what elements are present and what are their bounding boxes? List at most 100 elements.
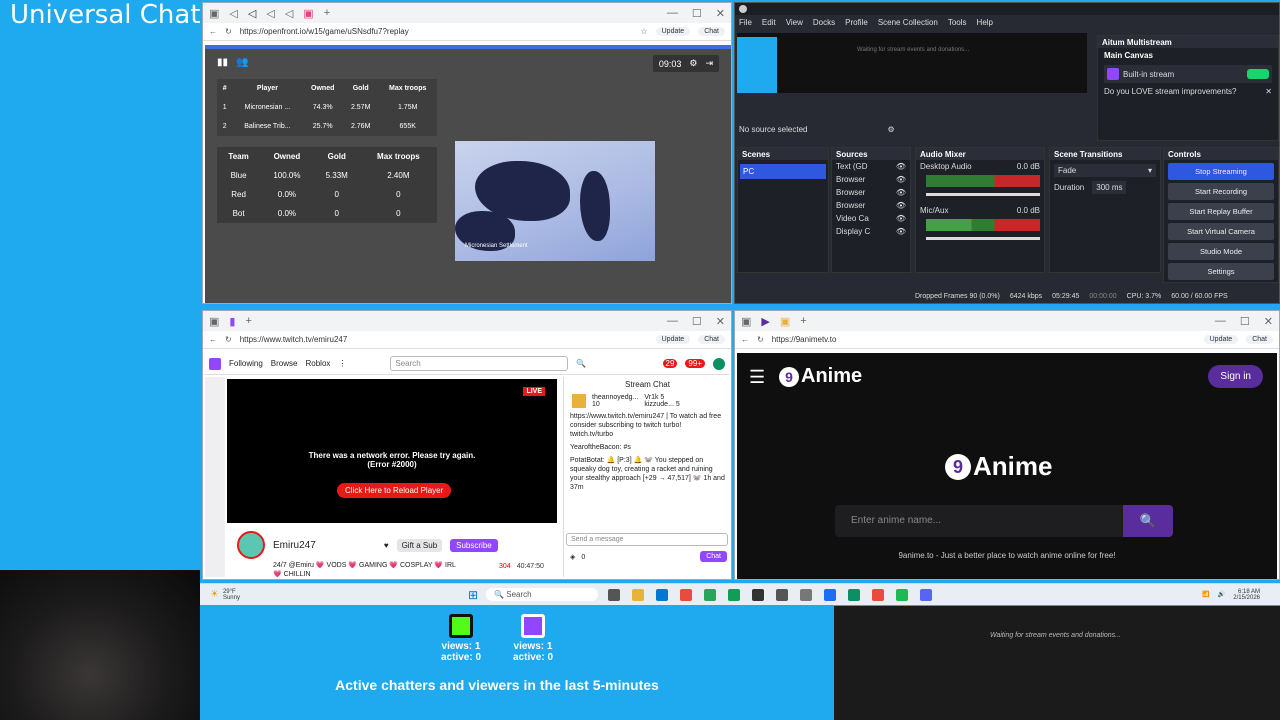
taskbar-app-icon[interactable] [704,588,717,601]
visibility-icon[interactable]: 👁 [896,162,906,171]
play-tab-icon[interactable]: ▶ [761,315,769,328]
tab-icon[interactable]: ◁ [229,7,237,20]
url-field[interactable]: https://www.twitch.tv/emiru247 [240,335,648,344]
bar-chart-icon[interactable]: ▮▮ [217,57,228,68]
taskbar-app-icon[interactable] [872,588,885,601]
game-map[interactable]: Micronesian Settlement [455,141,655,261]
close-icon[interactable]: ✕ [1265,87,1272,96]
twitch-tab-icon[interactable]: ▮ [229,315,235,328]
chat-send-button[interactable]: Chat [700,551,727,562]
mic-audio-slider[interactable] [926,237,1040,240]
visibility-icon[interactable]: 👁 [896,214,906,223]
duration-input[interactable]: 300 ms [1092,181,1127,194]
exit-icon[interactable]: ⇥ [705,58,713,69]
channel-points[interactable]: ◈ 0 [570,553,585,562]
tab-icon[interactable]: ◁ [266,7,274,20]
taskbar-app-icon[interactable] [848,588,861,601]
menu-item[interactable]: File [739,18,752,27]
source-item[interactable]: Display C 👁 [832,225,910,238]
back-icon[interactable]: ← [209,335,217,344]
source-item[interactable]: Text (GD 👁 [832,160,910,173]
sign-in-button[interactable]: Sign in [1208,365,1263,388]
url-field[interactable]: https://openfront.io/w15/game/uSNsdfu7?r… [240,27,633,36]
column-header[interactable]: Player [232,79,302,98]
source-item[interactable]: Browser 👁 [832,173,910,186]
wifi-icon[interactable]: 📶 [1202,591,1209,598]
star-icon[interactable]: ☆ [640,27,647,36]
column-header[interactable]: Owned [302,79,342,98]
maximize-icon[interactable]: ☐ [1240,315,1250,328]
tab-icon[interactable]: ▣ [780,315,790,328]
tab-icon[interactable]: ◁ [248,7,256,20]
control-button[interactable]: Start Virtual Camera [1168,223,1274,240]
reload-player-button[interactable]: Click Here to Reload Player [337,483,452,498]
minimize-icon[interactable]: — [667,315,678,327]
back-icon[interactable]: ← [741,335,749,344]
taskbar-app-icon[interactable] [776,588,789,601]
visibility-icon[interactable]: 👁 [896,175,906,184]
menu-item[interactable]: Scene Collection [878,18,938,27]
taskbar-app-icon[interactable] [608,588,621,601]
control-button[interactable]: Settings [1168,263,1274,280]
search-icon[interactable]: 🔍 [1123,505,1173,537]
control-button[interactable]: Stop Streaming [1168,163,1274,180]
volume-icon[interactable]: 🔊 [1218,591,1225,598]
more-icon[interactable]: ⋮ [338,359,346,368]
tab-icon[interactable]: ▣ [209,315,219,328]
back-icon[interactable]: ← [209,27,217,36]
taskbar-search[interactable]: 🔍 Search [486,588,599,601]
search-icon[interactable]: 🔍 [576,359,586,368]
taskbar-app-icon[interactable] [920,588,933,601]
system-tray[interactable]: 📶 🔊 6:18 AM 2/15/2026 [1202,589,1260,601]
minimize-icon[interactable]: — [1215,315,1226,327]
visibility-icon[interactable]: 👁 [896,188,906,197]
obs-preview[interactable]: Waiting for stream events and donations.… [737,33,1087,93]
taskbar-app-icon[interactable] [800,588,813,601]
control-button[interactable]: Start Recording [1168,183,1274,200]
update-button[interactable]: Update [655,335,691,344]
team-icon[interactable]: 👥 [236,57,248,68]
control-button[interactable]: Studio Mode [1168,243,1274,260]
chat-button[interactable]: Chat [698,27,725,36]
visibility-icon[interactable]: 👁 [896,201,906,210]
settings-icon[interactable]: ⚙ [689,58,697,69]
source-settings-icon[interactable]: ⚙ [887,125,894,134]
taskbar-app-icon[interactable] [824,588,837,601]
scene-item[interactable]: PC [740,164,826,179]
update-button[interactable]: Update [1203,335,1239,344]
twitch-logo-icon[interactable] [209,357,221,370]
nav-roblox[interactable]: Roblox [305,359,330,368]
column-header[interactable]: # [217,79,232,98]
tab-icon[interactable]: ▣ [741,315,751,328]
new-tab-icon[interactable]: + [324,7,330,19]
taskbar-app-icon[interactable] [728,588,741,601]
stream-toggle[interactable] [1247,69,1269,79]
channel-avatar[interactable] [237,531,265,559]
close-icon[interactable]: ✕ [716,315,725,328]
menu-item[interactable]: Help [977,18,993,27]
nav-following[interactable]: Following [229,359,263,368]
avatar[interactable] [713,357,725,370]
taskbar-app-icon[interactable] [680,588,693,601]
menu-item[interactable]: View [786,18,803,27]
new-tab-icon[interactable]: + [800,315,806,327]
maximize-icon[interactable]: ☐ [692,315,702,328]
taskbar-app-icon[interactable] [752,588,765,601]
update-button[interactable]: Update [655,27,691,36]
chat-input[interactable]: Send a message [566,533,728,546]
visibility-icon[interactable]: 👁 [896,227,906,236]
taskbar-app-icon[interactable] [896,588,909,601]
column-header[interactable]: Max troops [378,79,437,98]
column-header[interactable]: Gold [343,79,378,98]
minimize-icon[interactable]: — [667,7,678,19]
new-tab-icon[interactable]: + [245,315,251,327]
menu-item[interactable]: Tools [948,18,967,27]
menu-item[interactable]: Edit [762,18,776,27]
control-button[interactable]: Start Replay Buffer [1168,203,1274,220]
chat-button[interactable]: Chat [698,335,725,344]
taskbar-app-icon[interactable] [632,588,645,601]
taskbar-app-icon[interactable] [656,588,669,601]
tab-icon[interactable]: ▣ [303,7,313,20]
source-item[interactable]: Video Ca 👁 [832,212,910,225]
maximize-icon[interactable]: ☐ [692,7,702,20]
